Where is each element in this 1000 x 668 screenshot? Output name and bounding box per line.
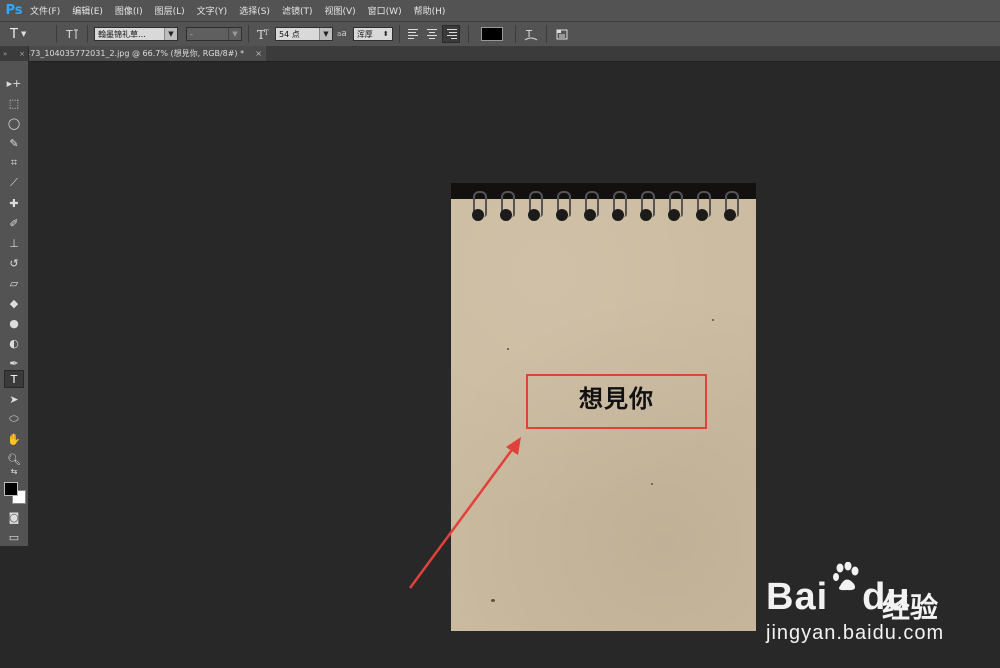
jingyan-text: 经验: [882, 591, 939, 624]
baidu-jingyan-watermark: Bai du 经验 jingyan.baidu.com: [766, 562, 990, 662]
baidu-paw-icon: [833, 562, 859, 591]
arrow-head: [506, 437, 521, 455]
arrow-line: [408, 446, 516, 589]
baidu-brand-text: Bai: [766, 576, 829, 618]
watermark-url: jingyan.baidu.com: [766, 622, 945, 644]
